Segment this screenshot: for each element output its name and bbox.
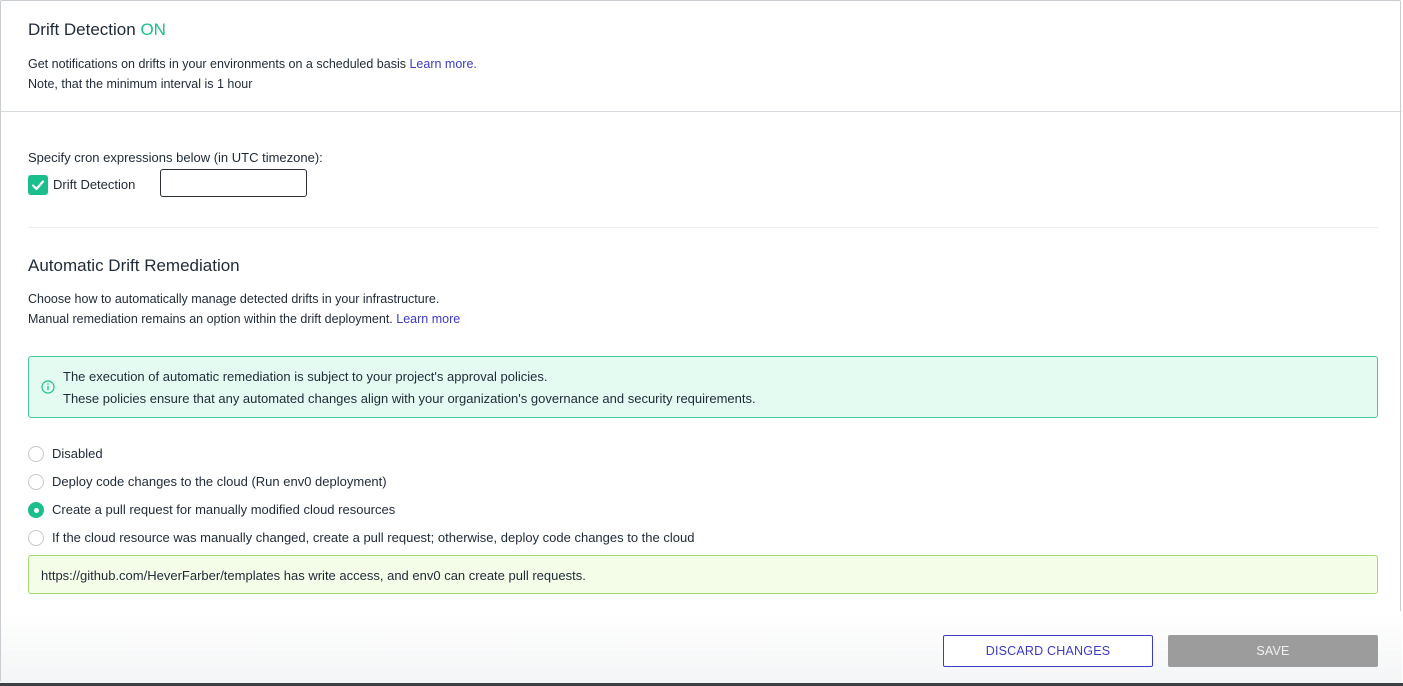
info-icon bbox=[41, 380, 55, 394]
radio-label: Deploy code changes to the cloud (Run en… bbox=[52, 474, 387, 489]
remediation-learn-more-link[interactable]: Learn more bbox=[396, 312, 460, 326]
cron-label: Specify cron expressions below (in UTC t… bbox=[28, 150, 323, 165]
approval-policy-info-box: The execution of automatic remediation i… bbox=[28, 356, 1378, 418]
cron-expression-input[interactable] bbox=[160, 169, 307, 197]
settings-panel: Drift Detection ON Get notifications on … bbox=[0, 0, 1402, 683]
section-divider bbox=[28, 227, 1378, 228]
learn-more-link[interactable]: Learn more. bbox=[409, 57, 476, 71]
interval-note: Note, that the minimum interval is 1 hou… bbox=[28, 77, 253, 91]
remediation-description-2: Manual remediation remains an option wit… bbox=[28, 312, 460, 326]
info-line-1: The execution of automatic remediation i… bbox=[63, 369, 548, 384]
write-access-message: https://github.com/HeverFarber/templates… bbox=[41, 568, 586, 583]
save-button[interactable]: SAVE bbox=[1168, 635, 1378, 667]
checkmark-icon bbox=[31, 180, 45, 191]
remediation-title: Automatic Drift Remediation bbox=[28, 256, 240, 275]
remediation-description-text: Manual remediation remains an option wit… bbox=[28, 312, 393, 326]
header-description: Get notifications on drifts in your envi… bbox=[28, 57, 477, 71]
drift-detection-checkbox[interactable] bbox=[28, 175, 48, 195]
status-on-label: ON bbox=[140, 20, 166, 39]
radio-button[interactable] bbox=[28, 530, 44, 546]
radio-label: If the cloud resource was manually chang… bbox=[52, 530, 695, 545]
radio-button-selected[interactable] bbox=[28, 502, 44, 518]
page-title: Drift Detection ON bbox=[28, 20, 166, 40]
discard-changes-button[interactable]: DISCARD CHANGES bbox=[943, 635, 1153, 667]
title-text: Drift Detection bbox=[28, 20, 136, 39]
drift-detection-header: Drift Detection ON Get notifications on … bbox=[1, 1, 1402, 112]
radio-label: Disabled bbox=[52, 446, 103, 461]
description-text: Get notifications on drifts in your envi… bbox=[28, 57, 406, 71]
write-access-status-box: https://github.com/HeverFarber/templates… bbox=[28, 555, 1378, 594]
radio-button[interactable] bbox=[28, 474, 44, 490]
remediation-description-1: Choose how to automatically manage detec… bbox=[28, 292, 440, 306]
radio-label: Create a pull request for manually modif… bbox=[52, 502, 396, 517]
info-line-2: These policies ensure that any automated… bbox=[63, 391, 756, 406]
radio-button[interactable] bbox=[28, 446, 44, 462]
drift-detection-checkbox-label[interactable]: Drift Detection bbox=[53, 177, 135, 192]
